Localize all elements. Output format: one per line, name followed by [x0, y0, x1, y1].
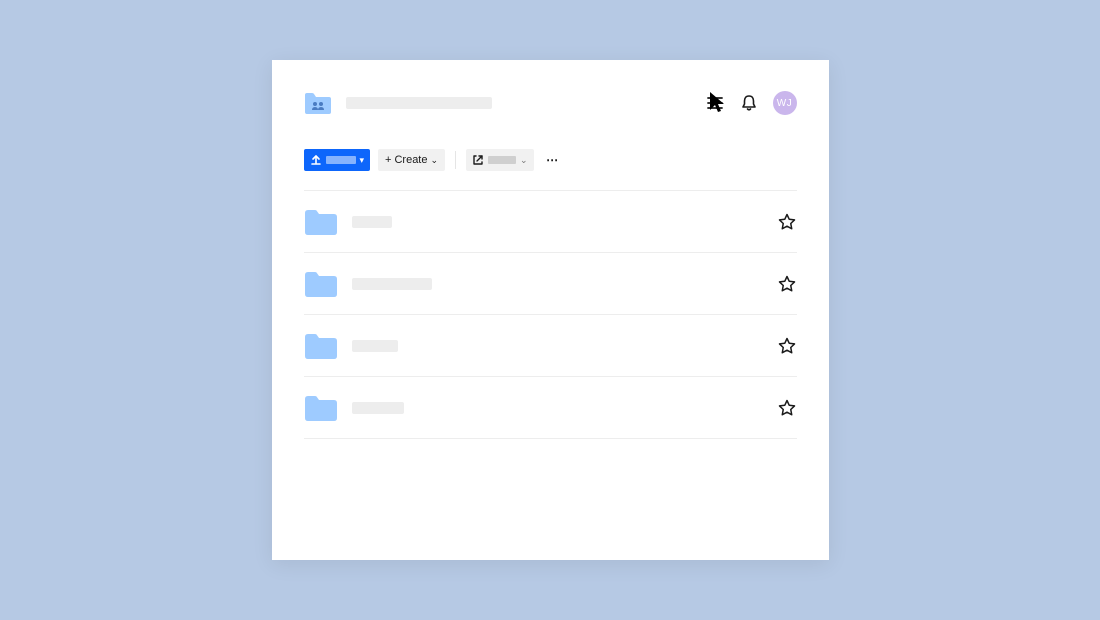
star-button[interactable] — [777, 336, 797, 356]
file-list — [272, 190, 829, 502]
folder-icon — [304, 333, 338, 359]
upload-button[interactable]: ▾ — [304, 149, 371, 171]
avatar[interactable]: WJ — [773, 91, 797, 115]
list-item[interactable] — [304, 190, 797, 252]
toolbar: ▾ + Create ⌄ ⌄ ⋯ — [272, 148, 829, 172]
folder-icon — [304, 395, 338, 421]
upload-icon — [310, 154, 322, 166]
row-left — [304, 395, 404, 421]
create-button[interactable]: + Create ⌄ — [378, 149, 445, 171]
menu-icon[interactable] — [705, 93, 725, 113]
list-end-divider — [304, 438, 797, 502]
header: WJ — [272, 86, 829, 120]
row-left — [304, 271, 432, 297]
header-right: WJ — [705, 91, 797, 115]
item-name — [352, 340, 398, 352]
star-button[interactable] — [777, 212, 797, 232]
star-icon — [778, 275, 796, 293]
share-button[interactable]: ⌄ — [466, 149, 534, 171]
star-button[interactable] — [777, 274, 797, 294]
create-label: Create — [394, 154, 427, 166]
star-icon — [778, 213, 796, 231]
row-left — [304, 209, 392, 235]
header-left — [304, 92, 492, 114]
bell-icon[interactable] — [739, 93, 759, 113]
more-icon: ⋯ — [546, 153, 559, 167]
toolbar-divider — [455, 151, 456, 169]
folder-icon — [304, 271, 338, 297]
row-left — [304, 333, 398, 359]
star-icon — [778, 337, 796, 355]
plus-icon: + — [385, 154, 391, 166]
item-name — [352, 402, 404, 414]
list-item[interactable] — [304, 314, 797, 376]
star-icon — [778, 399, 796, 417]
page-title — [346, 97, 492, 109]
star-button[interactable] — [777, 398, 797, 418]
chevron-down-icon: ⌄ — [520, 155, 528, 166]
item-name — [352, 278, 432, 290]
chevron-down-icon: ▾ — [360, 155, 365, 166]
more-button[interactable]: ⋯ — [542, 149, 564, 171]
list-item[interactable] — [304, 376, 797, 438]
shared-folder-icon — [304, 92, 332, 114]
item-name — [352, 216, 392, 228]
file-browser-window: WJ ▾ + Create ⌄ — [272, 60, 829, 560]
list-item[interactable] — [304, 252, 797, 314]
folder-icon — [304, 209, 338, 235]
upload-label — [326, 156, 356, 164]
share-label — [488, 156, 516, 164]
external-link-icon — [472, 154, 484, 166]
chevron-down-icon: ⌄ — [431, 155, 439, 166]
